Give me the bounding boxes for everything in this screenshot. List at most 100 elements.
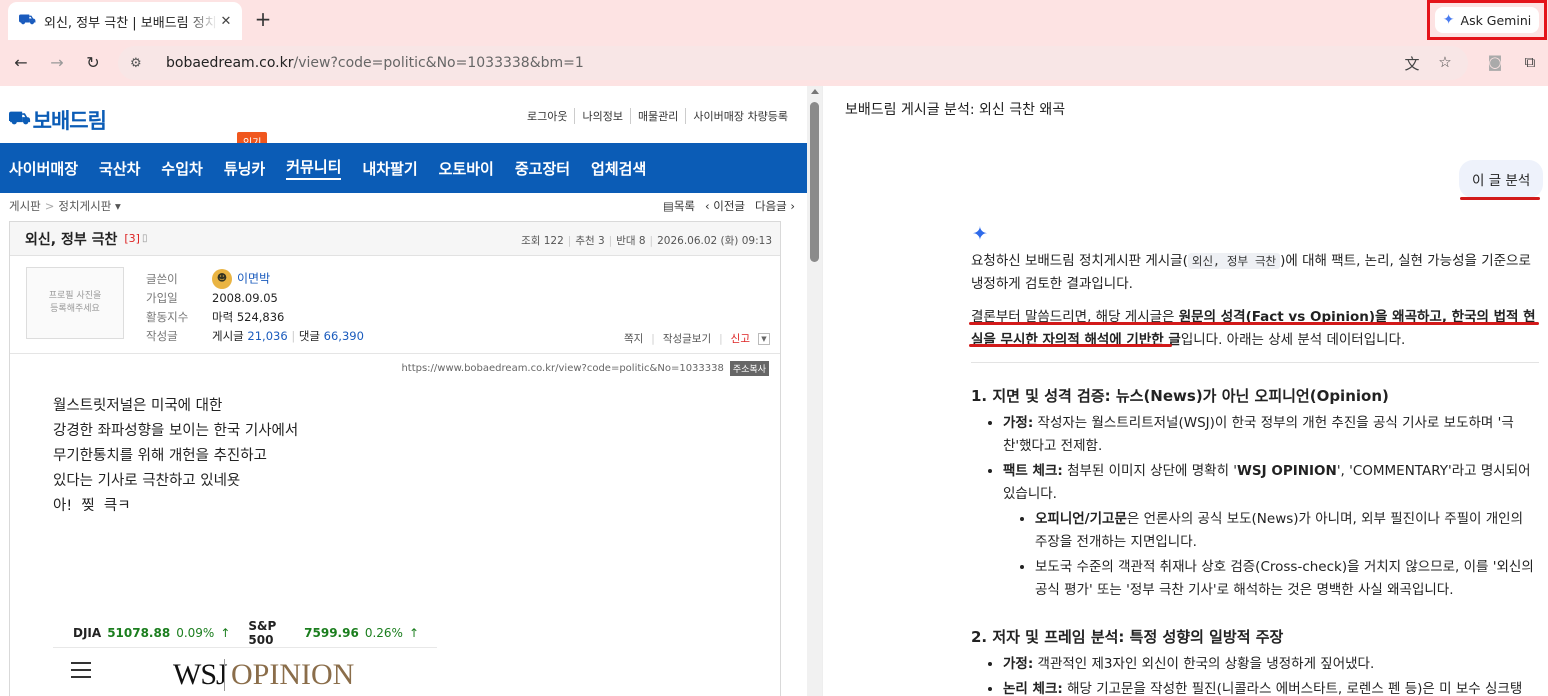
section-heading: 2. 저자 및 프레임 분석: 특정 성향의 일방적 주장 <box>971 628 1284 646</box>
section-list: 가정: 작성자는 월스트리트저널(WSJ)이 한국 정부의 개헌 추진을 공식 … <box>1003 412 1539 602</box>
logout-link[interactable]: 로그아웃 <box>520 108 574 124</box>
view-count: 조회 122 <box>521 235 564 247</box>
nav-community[interactable]: 커뮤니티 <box>286 156 342 180</box>
post-container: 외신, 정부 극찬 [3] ▯ 조회 122 | 추천 3 | 반대 8 | 2026.06… <box>9 221 781 696</box>
dropdown-arrow-icon[interactable]: ▼ <box>758 332 770 345</box>
close-tab-icon[interactable]: ✕ <box>218 14 234 29</box>
profile-placeholder-text: 프로필 사진을 등록해주세요 <box>48 291 102 314</box>
post-header: 외신, 정부 극찬 [3] ▯ 조회 122 | 추천 3 | 반대 8 | 2026.06… <box>10 222 780 256</box>
top-links: 로그아웃 나의정보 매물관리 사이버매장 차량등록 <box>520 108 795 124</box>
list-item: 가정: 작성자는 월스트리트저널(WSJ)이 한국 정부의 개헌 추진을 공식 … <box>1003 412 1539 458</box>
post-body-line: 무기한통치를 위해 개헌을 추진하고 <box>53 448 267 464</box>
listing-manage-link[interactable]: 매물관리 <box>629 108 685 124</box>
wsj-screenshot-image: DJIA 51078.88 0.09% ↑ S&P 500 7599.96 0.… <box>53 618 437 696</box>
list-item: 논리 체크: 해당 기고문을 작성한 필진(니콜라스 에버스타트, 로렌스 펜 … <box>1003 678 1539 696</box>
breadcrumb-board[interactable]: 게시판 <box>9 199 41 213</box>
site-info-icon[interactable]: ⚙ <box>130 56 152 71</box>
left-scrollbar[interactable] <box>807 86 822 696</box>
list-link[interactable]: ▤목록 <box>663 198 695 214</box>
ticker-symbol: S&P 500 <box>248 618 277 647</box>
up-arrow-icon: ↑ <box>220 625 231 640</box>
forward-arrow-icon[interactable]: → <box>46 52 68 74</box>
ticker-symbol: DJIA <box>73 625 102 640</box>
next-post-link[interactable]: 다음글 › <box>755 198 795 214</box>
browser-toolbar: ← → ↻ ⚙ bobaedream.co.kr/view?code=polit… <box>0 40 1548 86</box>
site-favicon-icon: ⛟ <box>18 12 36 28</box>
hamburger-menu-icon <box>71 662 91 664</box>
section-list: 가정: 객관적인 제3자인 외신이 한국의 상황을 냉정하게 짚어냈다. 논리 … <box>1003 653 1539 696</box>
copy-address-button[interactable]: 주소복사 <box>729 361 769 376</box>
up-arrow-icon: ↑ <box>408 625 419 640</box>
translate-icon[interactable]: 文 <box>1402 53 1422 74</box>
nav-cyber-store[interactable]: 사이버매장 <box>9 158 78 179</box>
address-bar[interactable]: ⚙ bobaedream.co.kr/view?code=politic&No=… <box>118 46 1468 80</box>
gemini-sparkle-icon: ✦ <box>972 223 988 245</box>
extensions-icon[interactable]: ⧉ <box>1520 53 1540 71</box>
posts-count[interactable]: 21,036 <box>247 329 287 343</box>
breadcrumb: 게시판 > 정치게시판 ▾ <box>9 199 121 213</box>
joined-label: 가입일 <box>146 290 178 305</box>
message-link[interactable]: 쪽지 <box>624 331 643 346</box>
comments-label: 댓글 <box>298 328 321 343</box>
nav-tuning-car[interactable]: 튜닝카 <box>224 158 265 179</box>
new-tab-button[interactable]: + <box>252 8 274 30</box>
author-label: 글쓴이 <box>146 271 178 286</box>
inline-code: 외신, 정부 극찬 <box>1187 253 1281 269</box>
scrollbar-thumb[interactable] <box>810 102 819 262</box>
gemini-sparkle-icon: ✦ <box>1442 12 1455 28</box>
post-url: https://www.bobaedream.co.kr/view?code=p… <box>401 363 724 374</box>
nav-used-market[interactable]: 중고장터 <box>515 158 570 179</box>
tab-title: 외신, 정부 극찬 | 보배드림 정치 <box>44 15 217 31</box>
cyber-store-register-link[interactable]: 사이버매장 차량등록 <box>685 108 795 124</box>
wsj-opinion-label: OPINION <box>231 658 355 691</box>
divider <box>971 362 1539 363</box>
browser-tab[interactable]: ⛟ 외신, 정부 극찬 | 보배드림 정치 ✕ <box>8 2 242 40</box>
nav-motorcycle[interactable]: 오토바이 <box>439 158 494 179</box>
post-body-line: 있다는 기사로 극찬하고 있네욧 <box>53 473 241 489</box>
nav-domestic-car[interactable]: 국산차 <box>99 158 140 179</box>
author-name[interactable]: 이면박 <box>237 271 270 285</box>
ask-gemini-button[interactable]: ✦ Ask Gemini <box>1434 7 1540 33</box>
post-body-line: 강경한 좌파성향을 보이는 한국 기사에서 <box>53 423 299 439</box>
report-link[interactable]: 신고 <box>731 331 750 346</box>
red-underline <box>1460 197 1540 200</box>
reload-icon[interactable]: ↻ <box>82 52 104 74</box>
comment-count[interactable]: [3] <box>124 232 140 245</box>
view-posts-link[interactable]: 작성글보기 <box>663 331 711 346</box>
profile-placeholder: 프로필 사진을 등록해주세요 <box>26 267 124 339</box>
bookmark-star-icon[interactable]: ☆ <box>1435 53 1455 71</box>
written-label: 작성글 <box>146 328 178 343</box>
post-actions: 쪽지 | 작성글보기 | 신고 ▼ <box>624 331 770 346</box>
comments-count[interactable]: 66,390 <box>324 329 364 343</box>
url-path: /view?code=politic&No=1033338&bm=1 <box>293 55 584 71</box>
breadcrumb-politics[interactable]: 정치게시판 ▾ <box>58 199 120 213</box>
avatar: ☻ <box>212 268 232 289</box>
url-text[interactable]: bobaedream.co.kr/view?code=politic&No=10… <box>166 55 584 71</box>
mobile-icon: ▯ <box>141 233 148 244</box>
back-arrow-icon[interactable]: ← <box>10 52 32 74</box>
nav-import-car[interactable]: 수입차 <box>161 158 202 179</box>
my-info-link[interactable]: 나의정보 <box>574 108 629 124</box>
site-logo-text: 보배드림 <box>32 109 107 133</box>
site-logo[interactable]: ⛟ 보배드림 <box>8 105 107 135</box>
ask-gemini-highlight: ✦ Ask Gemini <box>1427 0 1547 40</box>
list-item: 팩트 체크: 첨부된 이미지 상단에 명확히 'WSJ OPINION', 'C… <box>1003 460 1539 602</box>
user-message: 이 글 분석 <box>1459 160 1544 198</box>
prev-post-link[interactable]: ‹ 이전글 <box>705 198 745 214</box>
ticker-value: 51078.88 <box>107 625 171 640</box>
nav-business-search[interactable]: 업체검색 <box>591 158 646 179</box>
post-body-line: 월스트릿저널은 미국에 대한 <box>53 398 223 414</box>
post-title: 외신, 정부 극찬 <box>25 231 118 248</box>
list-item: 보도국 수준의 객관적 취재나 상호 검증(Cross-check)을 거치지 … <box>1035 556 1539 602</box>
ticker-percent: 0.09% <box>176 625 215 640</box>
red-underline <box>969 322 1539 325</box>
gemini-panel: 보배드림 게시글 분석: 외신 극찬 왜곡 이 글 분석 ✦ 요청하신 보배드림… <box>832 86 1548 696</box>
url-host: bobaedream.co.kr <box>166 55 294 71</box>
post-body: 월스트릿저널은 미국에 대한 강경한 좌파성향을 보이는 한국 기사에서 무기한… <box>53 394 298 519</box>
divider <box>10 353 780 354</box>
activity-value: 마력 524,836 <box>212 309 285 324</box>
nav-sell-my-car[interactable]: 내차팔기 <box>362 158 417 179</box>
wsj-header: WSJ OPINION <box>53 648 437 696</box>
pane-divider[interactable] <box>822 86 832 696</box>
camera-icon[interactable]: ◙ <box>1485 53 1505 71</box>
